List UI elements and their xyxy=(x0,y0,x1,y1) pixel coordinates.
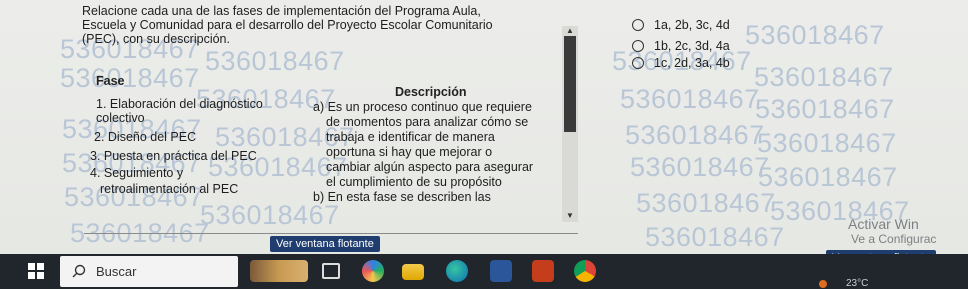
exam-screen: 536018467 536018467 536018467 536018467 … xyxy=(0,0,968,254)
activate-windows-line1: Activar Win xyxy=(848,216,919,232)
watermark: 536018467 xyxy=(755,94,895,124)
descripcion-line: cambiar algún aspecto para asegurar xyxy=(326,160,534,174)
edge-icon[interactable] xyxy=(446,260,468,282)
descripcion-line: a) Es un proceso continuo que requiere xyxy=(313,100,532,114)
divider xyxy=(84,233,578,234)
watermark: 536018467 xyxy=(620,84,760,114)
chrome-icon[interactable] xyxy=(574,260,596,282)
float-window-button[interactable]: Ver ventana flotante xyxy=(270,236,380,252)
powerpoint-icon[interactable] xyxy=(532,260,554,282)
app-icon[interactable] xyxy=(362,260,384,282)
descripcion-scrollbar[interactable]: ▲ ▼ xyxy=(562,26,578,222)
scroll-up-icon[interactable]: ▲ xyxy=(566,26,574,35)
answer-option[interactable]: 1c, 2d, 3a, 4b xyxy=(632,54,730,71)
word-icon[interactable] xyxy=(490,260,512,282)
question-line: Escuela y Comunidad para el desarrollo d… xyxy=(82,18,493,32)
answer-option-label: 1b, 2c, 3d, 4a xyxy=(654,38,730,53)
task-view-icon[interactable] xyxy=(322,263,340,279)
search-label: Buscar xyxy=(96,264,137,279)
notification-badge-icon xyxy=(819,280,827,288)
search-icon xyxy=(72,264,86,278)
descripcion-line: el cumplimiento de su propósito xyxy=(326,175,502,189)
fase-item: colectivo xyxy=(96,111,145,125)
scrollbar-thumb[interactable] xyxy=(564,36,576,132)
widgets-icon[interactable] xyxy=(250,260,308,282)
activate-windows-line2: Ve a Configurac xyxy=(851,232,937,246)
watermark: 536018467 xyxy=(60,63,200,93)
answer-option[interactable]: 1b, 2c, 3d, 4a xyxy=(632,37,730,54)
watermark: 536018467 xyxy=(757,128,897,158)
radio-button[interactable] xyxy=(632,18,644,31)
watermark: 536018467 xyxy=(625,120,765,150)
taskbar: Buscar 23°C xyxy=(0,254,968,289)
radio-button[interactable] xyxy=(632,56,644,69)
answer-option-label: 1a, 2b, 3c, 4d xyxy=(654,17,730,32)
descripcion-line: de momentos para analizar cómo se xyxy=(326,115,529,129)
fase-item: 2. Diseño del PEC xyxy=(94,130,197,144)
windows-start-icon[interactable] xyxy=(28,263,44,279)
question-text: Relacione cada una de las fases de imple… xyxy=(82,4,552,46)
answer-options: 1a, 2b, 3c, 4d 1b, 2c, 3d, 4a 1c, 2d, 3a… xyxy=(632,16,730,71)
answer-option-label: 1c, 2d, 3a, 4b xyxy=(654,55,730,70)
file-explorer-icon[interactable] xyxy=(402,264,424,280)
watermark: 536018467 xyxy=(645,222,785,252)
watermark: 536018467 xyxy=(758,162,898,192)
answer-option[interactable]: 1a, 2b, 3c, 4d xyxy=(632,16,730,33)
descripcion-line: b) En esta fase se describen las xyxy=(313,190,491,204)
scroll-down-icon[interactable]: ▼ xyxy=(566,211,574,220)
watermark: 536018467 xyxy=(205,46,345,76)
fase-column-header: Fase xyxy=(96,74,125,88)
fase-item: 3. Puesta en práctica del PEC xyxy=(90,149,257,163)
descripcion-text: a) Es un proceso continuo que requiere d… xyxy=(313,100,558,205)
radio-button[interactable] xyxy=(632,39,644,52)
descripcion-line: oportuna si hay que mejorar o xyxy=(326,145,493,159)
watermark: 536018467 xyxy=(636,188,776,218)
fase-item: retroalimentación al PEC xyxy=(100,182,239,196)
question-line: Relacione cada una de las fases de imple… xyxy=(82,4,481,18)
fase-item: 1. Elaboración del diagnóstico xyxy=(96,97,263,111)
descripcion-scroll-area[interactable]: a) Es un proceso continuo que requiere d… xyxy=(300,96,562,220)
watermark: 536018467 xyxy=(745,20,885,50)
temperature-label: 23°C xyxy=(846,278,869,289)
watermark: 536018467 xyxy=(630,152,770,182)
question-line: (PEC), con su descripción. xyxy=(82,32,230,46)
taskbar-search-box[interactable]: Buscar xyxy=(60,256,238,287)
watermark: 536018467 xyxy=(754,62,894,92)
descripcion-line: trabaja e identificar de manera xyxy=(326,130,495,144)
fase-item: 4. Seguimiento y xyxy=(90,166,184,180)
